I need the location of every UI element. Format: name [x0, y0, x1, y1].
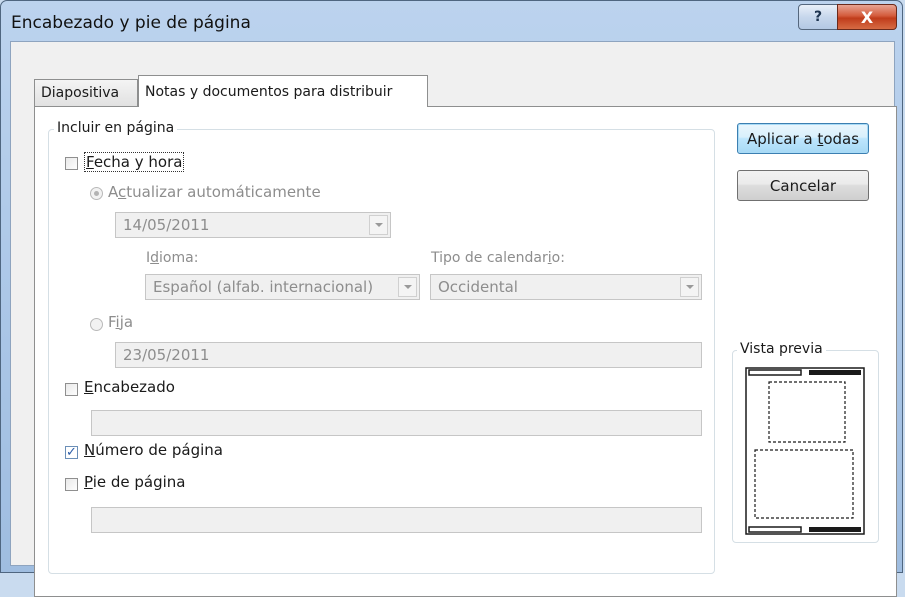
page-number-checkbox[interactable]: ✓	[65, 446, 78, 459]
footer-input[interactable]	[91, 507, 702, 533]
preview-group: Vista previa	[732, 341, 879, 543]
apply-all-button[interactable]: Aplicar a todas	[737, 123, 869, 154]
auto-update-label: Actualizar automáticamente	[108, 183, 321, 201]
header-input[interactable]	[91, 410, 702, 436]
preview-title: Vista previa	[737, 341, 826, 357]
footer-checkbox[interactable]	[65, 478, 78, 491]
date-time-checkbox[interactable]	[65, 157, 78, 170]
language-label: Idioma:	[146, 250, 199, 266]
date-format-combo[interactable]: 14/05/2011	[115, 212, 391, 238]
language-value: Español (alfab. internacional)	[153, 278, 374, 296]
cancel-label: Cancelar	[769, 176, 837, 195]
language-combo[interactable]: Español (alfab. internacional)	[145, 274, 420, 300]
date-time-label[interactable]: Fecha y hora	[84, 152, 185, 172]
header-label[interactable]: Encabezado	[84, 378, 175, 396]
fixed-date-label: Fija	[108, 313, 134, 331]
header-checkbox[interactable]	[65, 383, 78, 396]
tab-label: Notas y documentos para distribuir	[145, 83, 393, 100]
chevron-down-icon[interactable]	[680, 277, 699, 297]
close-icon: X	[860, 7, 874, 27]
auto-update-radio[interactable]	[90, 187, 103, 200]
page-preview-icon	[745, 367, 865, 535]
checkmark-icon: ✓	[66, 445, 77, 460]
group-title: Incluir en página	[54, 120, 178, 136]
footer-label[interactable]: Pie de página	[84, 473, 186, 491]
date-format-value: 14/05/2011	[123, 216, 210, 234]
title-bar[interactable]: Encabezado y pie de página ? X	[1, 1, 902, 41]
dialog-client-area: Diapositiva Notas y documentos para dist…	[10, 41, 897, 597]
help-button[interactable]: ?	[798, 4, 838, 30]
chevron-down-icon[interactable]	[398, 277, 417, 297]
help-icon: ?	[813, 9, 823, 25]
chevron-down-icon[interactable]	[369, 215, 388, 235]
calendar-type-value: Occidental	[438, 278, 518, 296]
page-number-label[interactable]: Número de página	[84, 441, 223, 459]
calendar-type-label: Tipo de calendario:	[431, 250, 565, 266]
tab-label: Diapositiva	[41, 85, 120, 101]
close-button[interactable]: X	[837, 4, 897, 30]
fixed-date-value: 23/05/2011	[123, 346, 210, 364]
fixed-date-radio[interactable]	[90, 318, 103, 331]
tab-diapositiva[interactable]: Diapositiva	[34, 79, 138, 106]
dialog-window: Encabezado y pie de página ? X Diapositi…	[0, 0, 903, 597]
dialog-title: Encabezado y pie de página	[11, 13, 251, 33]
cancel-button[interactable]: Cancelar	[737, 170, 869, 201]
tab-notas-documentos[interactable]: Notas y documentos para distribuir	[138, 75, 428, 107]
calendar-type-combo[interactable]: Occidental	[430, 274, 702, 300]
fixed-date-input[interactable]: 23/05/2011	[115, 342, 702, 368]
apply-all-label: Aplicar a todas	[746, 129, 860, 148]
tab-panel: Incluir en página Fecha y hora Actualiza…	[34, 106, 897, 597]
